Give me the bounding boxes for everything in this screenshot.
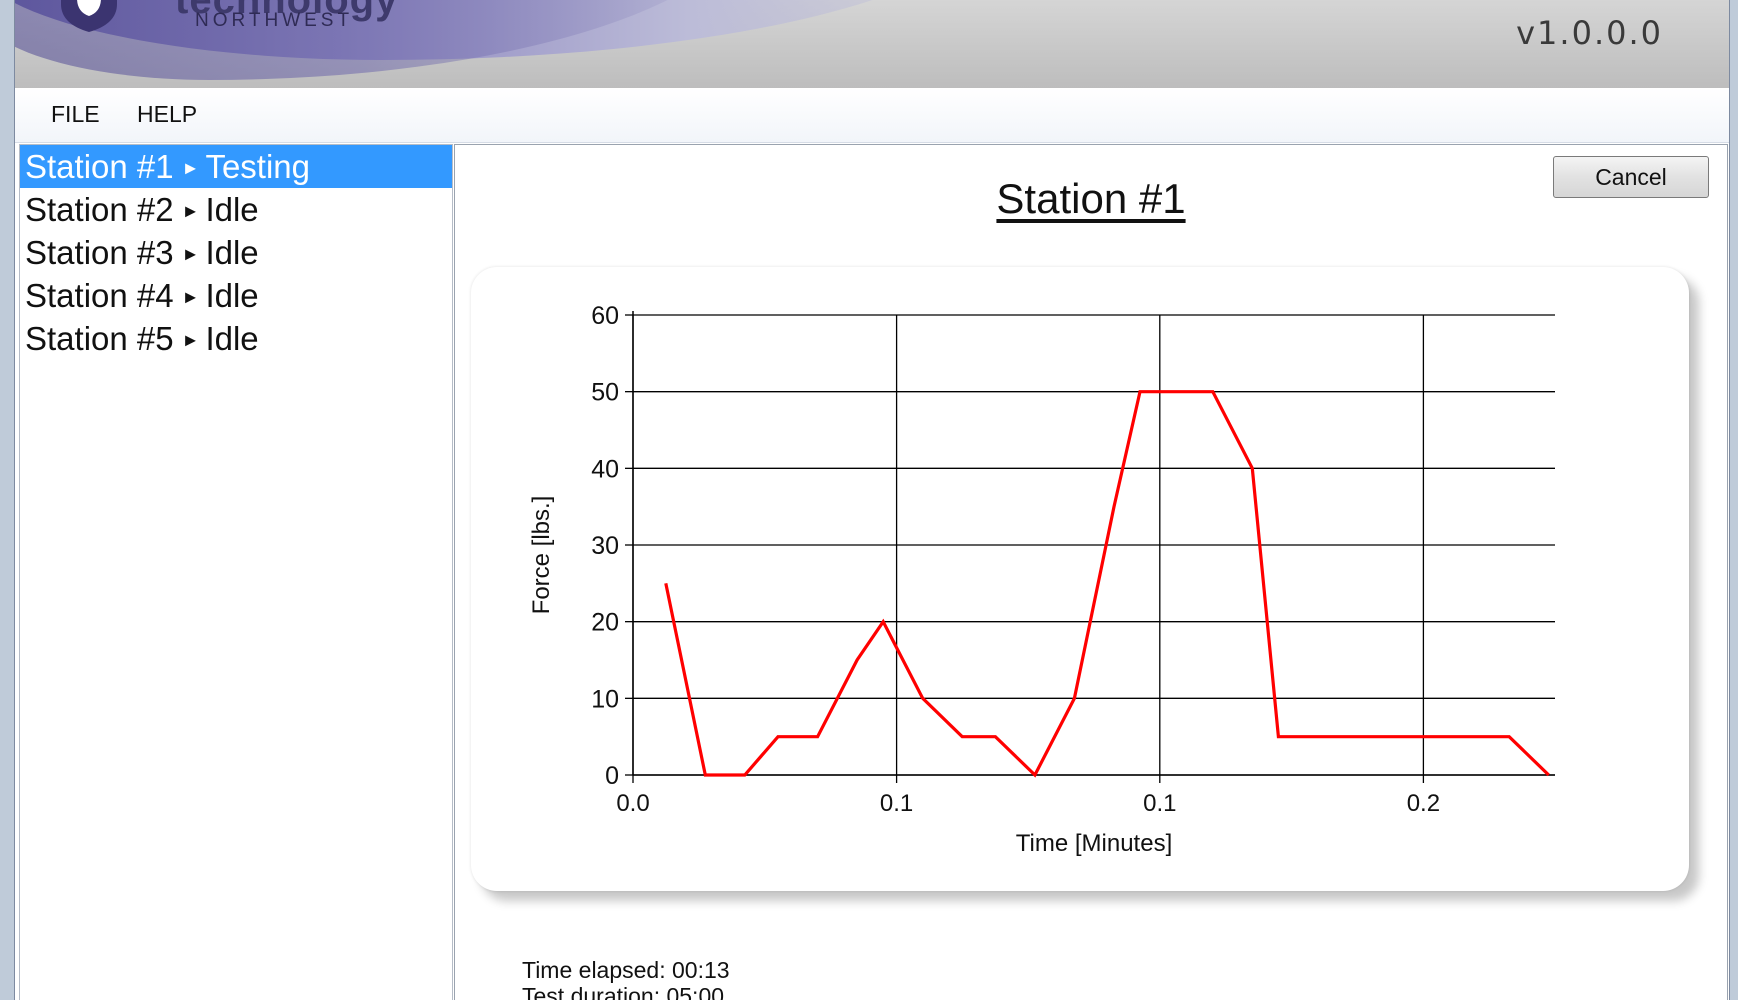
tick-label-y: 50	[591, 379, 619, 407]
arrow-right-icon: ►	[181, 158, 200, 178]
station-name: Station #2	[25, 191, 174, 228]
force-series-line	[664, 390, 1550, 778]
station-item-3[interactable]: Station #3 ► Idle	[20, 231, 452, 274]
station-status: Idle	[205, 277, 259, 314]
arrow-right-icon: ►	[181, 201, 200, 221]
station-item-1[interactable]: Station #1 ► Testing	[20, 145, 452, 188]
station-item-4[interactable]: Station #4 ► Idle	[20, 274, 452, 317]
x-axis-label: Time [Minutes]	[1016, 830, 1172, 857]
station-name: Station #3	[25, 234, 174, 271]
station-status: Idle	[205, 234, 259, 271]
station-status: Idle	[205, 320, 259, 357]
arrow-right-icon: ►	[181, 244, 200, 264]
menu-help[interactable]: HELP	[137, 101, 197, 128]
tick-label-y: 30	[591, 532, 619, 560]
tick-label-x: 0.0	[616, 790, 649, 817]
tick-label-y: 0	[605, 762, 619, 790]
y-axis-label: Force [lbs.]	[528, 496, 555, 615]
menu-bar: FILE HELP	[15, 88, 1729, 143]
tick-label-x: 0.2	[1407, 790, 1440, 817]
force-time-chart: 0 10 20 30 40 50 60 0.0 0.1 0.1 0.2 Time [Minutes] F…	[528, 302, 1555, 857]
tick-label-x: 0.1	[880, 790, 913, 817]
tick-label-y: 20	[591, 609, 619, 637]
tick-label-y: 10	[591, 685, 619, 713]
app-window: technology NORTHWEST v1.0.0.0 FILE HELP …	[14, 0, 1730, 1000]
cancel-button[interactable]: Cancel	[1553, 156, 1709, 198]
station-name: Station #4	[25, 277, 174, 314]
test-duration-label: Test duration: 05:00	[522, 983, 725, 1000]
logo-shield-icon	[61, 0, 117, 32]
header-banner: technology NORTHWEST v1.0.0.0	[15, 0, 1729, 88]
menu-file[interactable]: FILE	[51, 101, 100, 128]
station-detail-panel: Station #1 Cancel 0 10 20 30 40 50 60 0.0 0.1 0.1…	[454, 144, 1728, 1000]
company-logo-subtext: NORTHWEST	[195, 10, 354, 31]
arrow-right-icon: ►	[181, 287, 200, 307]
station-name: Station #5	[25, 320, 174, 357]
station-status: Idle	[205, 191, 259, 228]
version-label: v1.0.0.0	[1516, 14, 1663, 52]
station-name: Station #1	[25, 148, 174, 185]
station-item-5[interactable]: Station #5 ► Idle	[20, 317, 452, 360]
tick-label-x: 0.1	[1143, 790, 1176, 817]
tick-label-y: 40	[591, 455, 619, 483]
station-status: Testing	[205, 148, 311, 185]
arrow-right-icon: ►	[181, 330, 200, 350]
station-item-2[interactable]: Station #2 ► Idle	[20, 188, 452, 231]
company-logo-icon	[57, 0, 121, 32]
station-list: Station #1 ► Testing Station #2 ► Idle Stati…	[19, 144, 453, 1000]
tick-label-y: 60	[591, 302, 619, 330]
time-elapsed-label: Time elapsed: 00:13	[522, 957, 730, 983]
chart-panel: 0 10 20 30 40 50 60 0.0 0.1 0.1 0.2 Time [Minutes] F…	[471, 267, 1689, 891]
page-title: Station #1	[996, 175, 1186, 222]
